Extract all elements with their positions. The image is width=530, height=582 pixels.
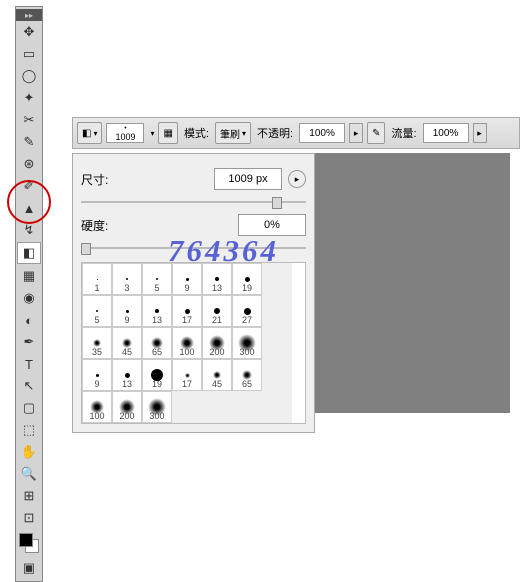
misc-tool-1[interactable]: ⊞ [18, 486, 40, 506]
flow-input[interactable] [423, 123, 469, 143]
brush-cell[interactable]: 19 [232, 263, 262, 295]
hardness-input[interactable] [238, 214, 306, 236]
path-tool[interactable]: ↖ [18, 376, 40, 396]
brush-cell[interactable]: 27 [232, 295, 262, 327]
brush-cell[interactable]: 17 [172, 295, 202, 327]
brush-panel-button[interactable]: ▦ [158, 122, 177, 144]
brush-grid: 1359131959131721273545651002003009131917… [81, 262, 306, 424]
brush-panel: 尺寸: ▸ 硬度: 135913195913172127354565100200… [72, 153, 315, 433]
size-label: 尺寸: [81, 171, 125, 188]
brush-cell[interactable]: 9 [172, 263, 202, 295]
foreground-swatch[interactable] [19, 533, 33, 547]
opacity-input[interactable] [299, 123, 345, 143]
brush-cell[interactable]: 13 [112, 359, 142, 391]
hardness-label: 硬度: [81, 217, 125, 234]
zoom-tool[interactable]: 🔍 [18, 464, 40, 484]
mode-label: 模式: [184, 125, 209, 141]
move-tool[interactable]: ✥ [18, 22, 40, 42]
pen-tool[interactable]: ✒ [18, 332, 40, 352]
stamp-tool[interactable]: ▲ [18, 198, 40, 218]
flow-arrow[interactable]: ▸ [473, 123, 487, 143]
brush-cell[interactable]: 9 [112, 295, 142, 327]
crop-tool[interactable]: ✂ [18, 110, 40, 130]
eraser-tool[interactable]: ◧ [17, 242, 41, 264]
brush-cell[interactable]: 65 [232, 359, 262, 391]
brush-cell[interactable] [262, 263, 292, 295]
wand-tool[interactable]: ✦ [18, 88, 40, 108]
size-play-button[interactable]: ▸ [288, 170, 306, 188]
size-input[interactable] [214, 168, 282, 190]
brush-cell[interactable] [172, 391, 202, 423]
size-slider[interactable] [81, 196, 306, 208]
hand-tool[interactable]: ✋ [18, 442, 40, 462]
brush-cell[interactable]: 13 [202, 263, 232, 295]
opacity-label: 不透明: [257, 125, 293, 141]
tool-preset[interactable]: ◧▾ [77, 122, 102, 144]
brush-cell[interactable]: 35 [82, 327, 112, 359]
brush-cell[interactable]: 5 [82, 295, 112, 327]
gradient-tool[interactable]: ▦ [18, 266, 40, 286]
brush-cell[interactable]: 100 [82, 391, 112, 423]
brush-cell[interactable]: 65 [142, 327, 172, 359]
lasso-tool[interactable]: ◯ [18, 66, 40, 86]
options-bar: ◧▾ •1009 ▾ ▦ 模式: 筆刷▾ 不透明: ▸ ✎ 流量: ▸ [72, 117, 520, 149]
brush-preset[interactable]: •1009 [106, 123, 144, 143]
3d-tool[interactable]: ⬚ [18, 420, 40, 440]
brush-cell[interactable]: 200 [112, 391, 142, 423]
toolbar-header[interactable]: ▸▸ [16, 9, 42, 21]
brush-cell[interactable]: 100 [172, 327, 202, 359]
history-brush-tool[interactable]: ↯ [18, 220, 40, 240]
color-swatches[interactable] [19, 533, 39, 553]
eyedropper-tool[interactable]: ✎ [18, 132, 40, 152]
brush-cell[interactable]: 9 [82, 359, 112, 391]
brush-cell[interactable] [262, 327, 292, 359]
flow-label: 流量: [391, 125, 416, 141]
opacity-arrow[interactable]: ▸ [349, 123, 363, 143]
brush-cell[interactable]: 200 [202, 327, 232, 359]
brush-cell[interactable] [202, 391, 232, 423]
brush-cell[interactable]: 17 [172, 359, 202, 391]
tools-toolbar: ▸▸ ✥ ▭ ◯ ✦ ✂ ✎ ⊛ ✐ ▲ ↯ ◧ ▦ ◉ ◐ ✒ T ↖ ▢ ⬚… [15, 6, 43, 582]
brush-tool[interactable]: ✐ [18, 176, 40, 196]
brush-cell[interactable]: 13 [142, 295, 172, 327]
quickmask-tool[interactable]: ▣ [18, 558, 40, 578]
brush-cell[interactable]: 5 [142, 263, 172, 295]
brush-cell[interactable]: 1 [82, 263, 112, 295]
brush-cell[interactable]: 45 [202, 359, 232, 391]
brush-cell[interactable] [232, 391, 262, 423]
dodge-tool[interactable]: ◐ [18, 310, 40, 330]
pressure-opacity-button[interactable]: ✎ [367, 122, 385, 144]
shape-tool[interactable]: ▢ [18, 398, 40, 418]
canvas-area[interactable] [300, 153, 510, 413]
brush-cell[interactable]: 21 [202, 295, 232, 327]
brush-cell[interactable] [262, 391, 292, 423]
heal-tool[interactable]: ⊛ [18, 154, 40, 174]
misc-tool-2[interactable]: ⊡ [18, 508, 40, 528]
brush-dropdown-icon[interactable]: ▾ [150, 129, 154, 138]
brush-cell[interactable] [262, 295, 292, 327]
brush-cell[interactable]: 3 [112, 263, 142, 295]
brush-cell[interactable]: 300 [142, 391, 172, 423]
type-tool[interactable]: T [18, 354, 40, 374]
brush-cell[interactable]: 300 [232, 327, 262, 359]
marquee-tool[interactable]: ▭ [18, 44, 40, 64]
brush-cell[interactable]: 45 [112, 327, 142, 359]
mode-select[interactable]: 筆刷▾ [215, 122, 251, 144]
blur-tool[interactable]: ◉ [18, 288, 40, 308]
hardness-slider[interactable] [81, 242, 306, 254]
brush-cell[interactable]: 19 [142, 359, 172, 391]
brush-cell[interactable] [262, 359, 292, 391]
